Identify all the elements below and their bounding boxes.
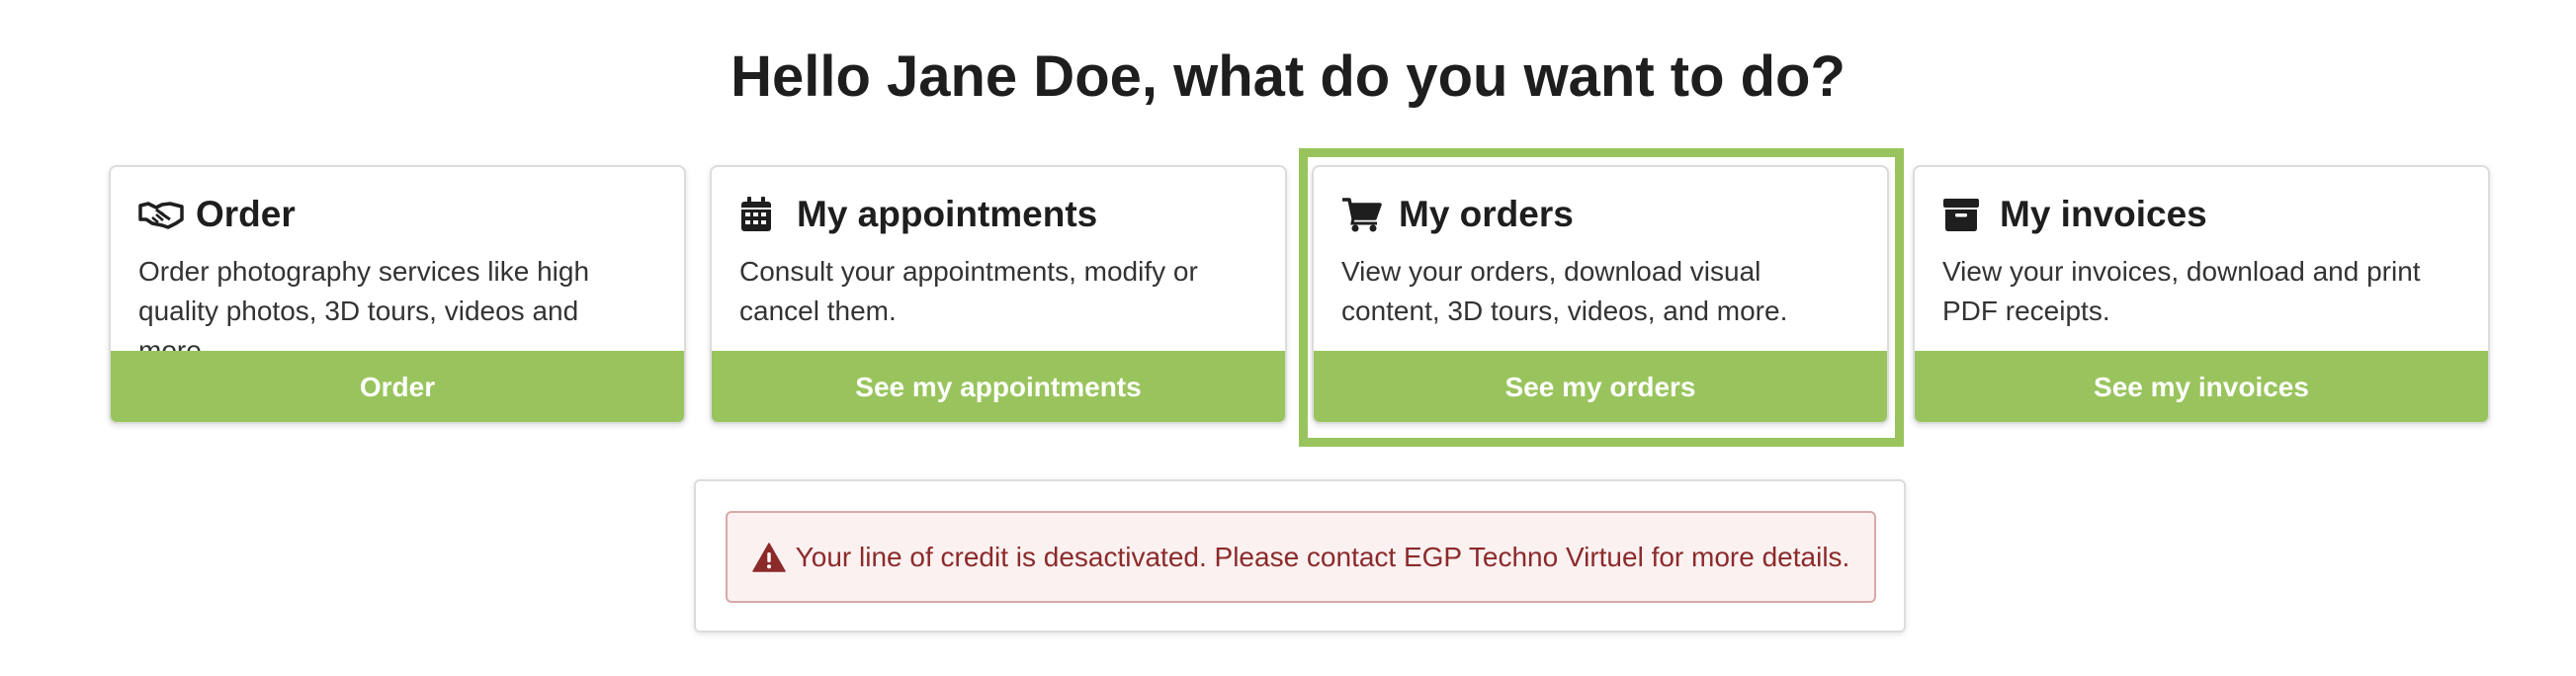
- archive-box-icon: [1942, 195, 1988, 234]
- card-description: View your invoices, download and print P…: [1942, 256, 2421, 326]
- order-card: Order Order photography services like hi…: [109, 165, 686, 424]
- card-title-text: Order: [196, 194, 296, 234]
- page-title: Hello Jane Doe, what do you want to do?: [730, 44, 1846, 109]
- card-description: View your orders, download visual conten…: [1341, 256, 1788, 326]
- card-title-text: My invoices: [2000, 194, 2207, 234]
- orders-card: My orders View your orders, download vis…: [1312, 165, 1889, 424]
- card-description: Consult your appointments, modify or can…: [739, 256, 1198, 326]
- warning-icon: [751, 542, 786, 572]
- appointments-card: My appointments Consult your appointment…: [710, 165, 1287, 424]
- see-orders-button[interactable]: See my orders: [1314, 351, 1887, 422]
- order-button[interactable]: Order: [111, 351, 684, 422]
- card-title-text: My appointments: [797, 194, 1098, 234]
- invoices-card: My invoices View your invoices, download…: [1913, 165, 2490, 424]
- card-title: My appointments: [739, 191, 1257, 238]
- calendar-icon: [739, 195, 785, 234]
- see-appointments-button[interactable]: See my appointments: [712, 351, 1285, 422]
- shopping-cart-icon: [1341, 195, 1387, 234]
- dashboard-page: Hello Jane Doe, what do you want to do? …: [0, 0, 2576, 676]
- card-title: Order: [138, 191, 656, 238]
- card-title: My orders: [1341, 191, 1859, 238]
- card-title: My invoices: [1942, 191, 2460, 238]
- credit-alert: Your line of credit is desactivated. Ple…: [726, 511, 1876, 603]
- see-invoices-button[interactable]: See my invoices: [1915, 351, 2488, 422]
- alert-panel: Your line of credit is desactivated. Ple…: [694, 479, 1906, 633]
- alert-message: Your line of credit is desactivated. Ple…: [795, 541, 1850, 572]
- handshake-icon: [138, 195, 184, 234]
- card-title-text: My orders: [1399, 194, 1574, 234]
